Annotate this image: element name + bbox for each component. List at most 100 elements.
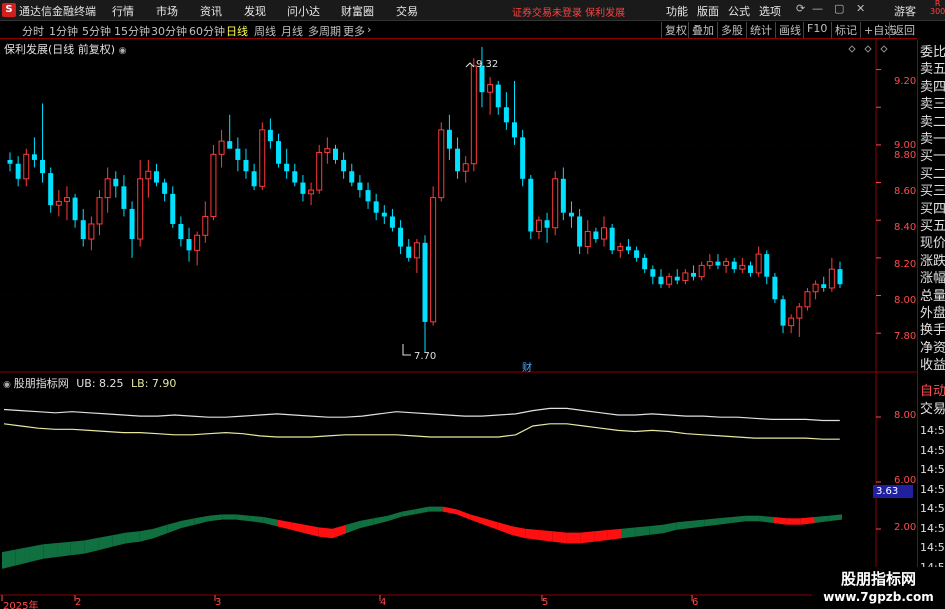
menu-options[interactable]: 选项: [759, 3, 781, 19]
trade-time: 14:56: [920, 482, 945, 496]
menu-layout[interactable]: 版面: [697, 3, 719, 19]
back-button[interactable]: 返回: [889, 22, 915, 38]
maximize-icon[interactable]: ▢: [834, 2, 844, 15]
menu-function[interactable]: 功能: [666, 3, 688, 19]
candle-body: [528, 178, 534, 232]
hist-red-segment: [483, 518, 498, 530]
period-tab-daily[interactable]: 日线: [226, 23, 248, 39]
draw-line-button[interactable]: 画线: [775, 22, 801, 38]
y-tick: 8.40: [894, 222, 917, 233]
quote-label: 涨跌: [920, 253, 945, 269]
menu-wealth-circle[interactable]: 财富圈: [341, 3, 374, 19]
indicator-menu-icon[interactable]: ◉: [3, 380, 14, 390]
candle-body: [642, 257, 648, 270]
candle-body: [300, 182, 306, 194]
hist-red-segment: [552, 531, 567, 544]
stock-chart-label[interactable]: 保利发展(日线 前复权) ◉: [4, 41, 126, 57]
candle-body: [178, 223, 184, 240]
close-icon[interactable]: ✕: [856, 2, 865, 15]
candle-body: [243, 159, 249, 172]
guest-user[interactable]: 游客: [894, 3, 916, 19]
candle-body: [577, 216, 583, 247]
site-watermark: 股朋指标网 www.7gpzb.com: [812, 567, 945, 609]
y-tick: 9.20: [894, 76, 917, 87]
menu-ask-xiaoda[interactable]: 问小达: [287, 3, 320, 19]
candle-body: [731, 261, 737, 270]
quote-label: 收益: [920, 358, 945, 374]
quote-label: 卖四: [920, 79, 945, 95]
chevron-right-icon[interactable]: ›: [367, 23, 371, 36]
trade-label[interactable]: 交易: [920, 401, 945, 419]
quote-label: 买一: [920, 149, 945, 165]
app-logo-icon: S: [2, 3, 16, 17]
overlay-button[interactable]: 叠加: [688, 22, 714, 38]
period-tab-multi[interactable]: 多周期: [308, 23, 341, 39]
period-tab-15min[interactable]: 15分钟: [114, 23, 150, 39]
menu-formula[interactable]: 公式: [728, 3, 750, 19]
chart-area[interactable]: [0, 39, 917, 609]
candle-body: [650, 269, 656, 277]
candle-body: [780, 299, 786, 326]
finance-event-marker[interactable]: 财: [522, 359, 532, 374]
quote-label: 现价: [920, 236, 945, 252]
diamond-icon: [880, 45, 888, 53]
hist-red-segment: [456, 509, 471, 520]
chevron-down-icon[interactable]: ◉: [119, 46, 127, 56]
mark-button[interactable]: 标记: [831, 22, 857, 38]
period-tab-more[interactable]: 更多: [343, 23, 365, 39]
indicator-current-value: 3.63: [873, 485, 913, 498]
hist-green-segment: [249, 515, 264, 523]
candle-body: [381, 212, 387, 217]
candle-body: [40, 159, 46, 174]
period-tab-60min[interactable]: 60分钟: [189, 23, 225, 39]
period-tab-timeshare[interactable]: 分时: [22, 23, 44, 39]
adjust-button[interactable]: 复权: [661, 22, 687, 38]
f10-button[interactable]: F10: [803, 22, 827, 38]
high-marker: [465, 62, 475, 68]
multi-stock-button[interactable]: 多股: [717, 22, 743, 38]
candle-body: [764, 254, 770, 277]
menu-discover[interactable]: 发现: [244, 3, 266, 19]
candle-body: [535, 219, 542, 233]
hist-green-segment: [704, 518, 719, 527]
hist-red-segment: [594, 530, 608, 542]
hist-red-segment: [800, 517, 815, 525]
quote-label: 买四: [920, 201, 945, 217]
indicator-label[interactable]: ◉ 股朋指标网 UB: 8.25 LB: 7.90: [3, 375, 176, 391]
minimize-icon[interactable]: —: [812, 2, 823, 15]
trade-login-notice[interactable]: 证券交易未登录 保利发展: [512, 4, 625, 19]
menu-market-quotes[interactable]: 行情: [112, 3, 134, 19]
hist-green-segment: [236, 514, 250, 522]
hist-green-segment: [401, 509, 416, 517]
diamond-icon: [864, 45, 872, 53]
period-tab-monthly[interactable]: 月线: [281, 23, 303, 39]
hist-green-segment: [181, 518, 195, 529]
hist-green-segment: [139, 528, 154, 542]
candle-body: [332, 148, 338, 160]
refresh-icon[interactable]: ⟳: [796, 2, 805, 15]
x-tick-month: 3: [215, 597, 222, 608]
hist-red-segment: [525, 528, 540, 540]
candle-body: [308, 189, 315, 195]
candle-body: [446, 129, 452, 149]
hist-red-segment: [786, 518, 801, 525]
candle-body: [601, 227, 608, 240]
statistics-button[interactable]: 统计: [746, 22, 772, 38]
hist-red-segment: [442, 506, 457, 515]
period-tab-1min[interactable]: 1分钟: [49, 23, 78, 39]
period-tab-weekly[interactable]: 周线: [254, 23, 276, 39]
candle-body: [63, 197, 70, 202]
auto-toggle[interactable]: 自动: [920, 383, 945, 401]
candle-body: [812, 283, 819, 293]
candle-body: [698, 264, 705, 278]
menu-trade[interactable]: 交易: [396, 3, 418, 19]
hist-red-segment: [773, 517, 787, 525]
menu-market[interactable]: 市场: [156, 3, 178, 19]
period-tab-5min[interactable]: 5分钟: [82, 23, 111, 39]
indicator-y-tick: 8.00: [894, 410, 917, 421]
quote-label: 卖五: [920, 62, 945, 78]
y-tick: 8.80: [894, 150, 917, 161]
menu-news[interactable]: 资讯: [200, 3, 222, 19]
candle-body: [691, 272, 697, 277]
period-tab-30min[interactable]: 30分钟: [151, 23, 187, 39]
